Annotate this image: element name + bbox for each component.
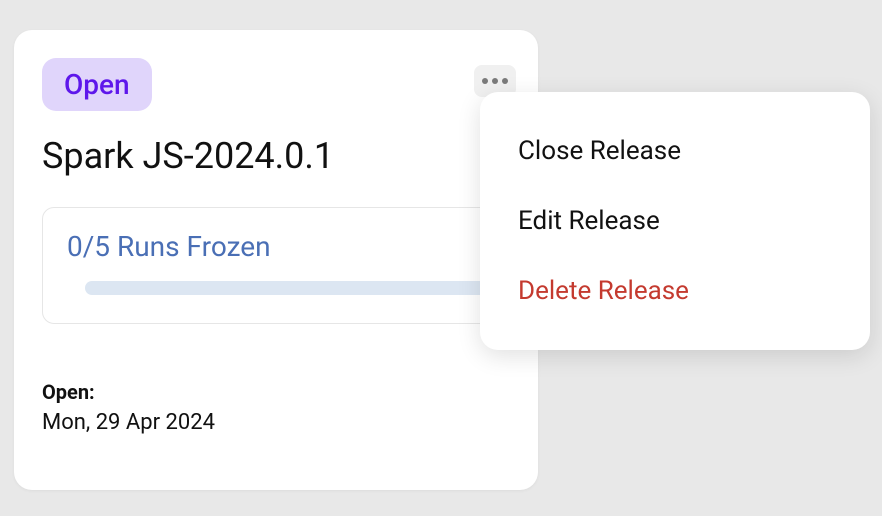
context-menu: Close Release Edit Release Delete Releas… <box>480 92 870 350</box>
status-badge: Open <box>42 58 152 111</box>
runs-frozen-text: 0/5 Runs Frozen <box>67 230 485 263</box>
dot-icon <box>492 78 498 84</box>
menu-item-close-release[interactable]: Close Release <box>510 116 840 186</box>
runs-progress-bar <box>85 281 503 295</box>
open-label: Open: <box>42 380 510 404</box>
release-card: Open Spark JS-2024.0.1 0/5 Runs Frozen O… <box>14 30 538 490</box>
dot-icon <box>482 78 488 84</box>
dot-icon <box>502 78 508 84</box>
menu-item-delete-release[interactable]: Delete Release <box>510 256 840 326</box>
menu-item-edit-release[interactable]: Edit Release <box>510 186 840 256</box>
open-date: Mon, 29 Apr 2024 <box>42 410 510 435</box>
runs-panel[interactable]: 0/5 Runs Frozen <box>42 207 510 324</box>
release-title: Spark JS-2024.0.1 <box>42 135 510 177</box>
